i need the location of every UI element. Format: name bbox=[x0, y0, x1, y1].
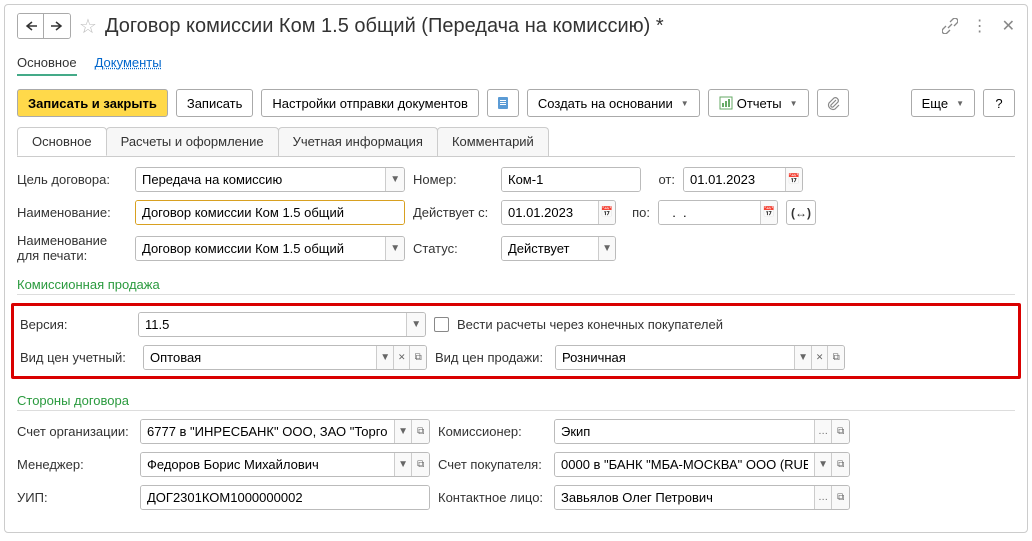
manager-field[interactable]: ▼ ⧉ bbox=[140, 452, 430, 477]
calendar-icon[interactable]: 📅 bbox=[785, 168, 802, 191]
price-type-sell-field[interactable]: ▼ ✕ ⧉ bbox=[555, 345, 845, 370]
label-name-print: Наименование для печати: bbox=[17, 233, 127, 263]
tab-accounting[interactable]: Учетная информация bbox=[278, 127, 438, 156]
chevron-down-icon[interactable]: ▼ bbox=[376, 346, 393, 369]
valid-from-field[interactable]: 📅 bbox=[501, 200, 616, 225]
nav-forward-button[interactable] bbox=[44, 14, 70, 38]
clear-icon[interactable]: ✕ bbox=[393, 346, 410, 369]
label-commissioner: Комиссионер: bbox=[438, 424, 546, 439]
name-print-field[interactable]: ▼ bbox=[135, 236, 405, 261]
tab-comment[interactable]: Комментарий bbox=[437, 127, 549, 156]
dots-icon[interactable]: … bbox=[814, 486, 832, 509]
open-icon[interactable]: ⧉ bbox=[409, 346, 426, 369]
reports-button[interactable]: Отчеты bbox=[708, 89, 809, 117]
star-icon[interactable]: ☆ bbox=[79, 14, 97, 39]
create-based-button[interactable]: Создать на основании bbox=[527, 89, 700, 117]
open-icon[interactable]: ⧉ bbox=[411, 420, 429, 443]
open-icon[interactable]: ⧉ bbox=[831, 420, 849, 443]
chevron-down-icon[interactable]: ▼ bbox=[598, 237, 615, 260]
kebab-icon[interactable]: ⋮ bbox=[972, 16, 988, 36]
chevron-down-icon[interactable]: ▼ bbox=[394, 453, 412, 476]
expand-dates-button[interactable]: (↔) bbox=[786, 200, 816, 225]
highlighted-box: Версия: ▼ Вести расчеты через конечных п… bbox=[11, 303, 1021, 379]
calendar-icon[interactable]: 📅 bbox=[598, 201, 615, 224]
name-field[interactable] bbox=[135, 200, 405, 225]
chevron-down-icon[interactable]: ▼ bbox=[385, 168, 404, 191]
open-icon[interactable]: ⧉ bbox=[827, 346, 844, 369]
nav-buttons bbox=[17, 13, 71, 39]
form-body: Цель договора: ▼ Номер: от: 📅 Наименован… bbox=[17, 167, 1015, 510]
label-valid-from: Действует с: bbox=[413, 205, 493, 220]
label-version: Версия: bbox=[20, 317, 130, 332]
save-close-button[interactable]: Записать и закрыть bbox=[17, 89, 168, 117]
titlebar: ☆ Договор комиссии Ком 1.5 общий (Переда… bbox=[17, 13, 1015, 39]
open-icon[interactable]: ⧉ bbox=[411, 453, 429, 476]
chevron-down-icon[interactable]: ▼ bbox=[394, 420, 412, 443]
more-button[interactable]: Еще bbox=[911, 89, 975, 117]
date-from-field[interactable]: 📅 bbox=[683, 167, 803, 192]
section-commission: Комиссионная продажа bbox=[17, 277, 1015, 295]
tab-payments[interactable]: Расчеты и оформление bbox=[106, 127, 279, 156]
chevron-down-icon[interactable]: ▼ bbox=[814, 453, 832, 476]
chevron-down-icon[interactable]: ▼ bbox=[406, 313, 425, 336]
form-tabs: Основное Расчеты и оформление Учетная ин… bbox=[17, 127, 1015, 157]
help-button[interactable]: ? bbox=[983, 89, 1015, 117]
nav-back-button[interactable] bbox=[18, 14, 44, 38]
link-icon[interactable] bbox=[942, 18, 958, 34]
commissioner-field[interactable]: … ⧉ bbox=[554, 419, 850, 444]
label-to: по: bbox=[624, 205, 650, 220]
label-calc-via-end: Вести расчеты через конечных покупателей bbox=[457, 317, 723, 332]
number-field[interactable] bbox=[501, 167, 641, 192]
attach-button[interactable] bbox=[817, 89, 849, 117]
label-uip: УИП: bbox=[17, 490, 132, 505]
document-icon-button[interactable] bbox=[487, 89, 519, 117]
calendar-icon[interactable]: 📅 bbox=[760, 201, 777, 224]
dots-icon[interactable]: … bbox=[814, 420, 832, 443]
tab-main[interactable]: Основное bbox=[17, 127, 107, 156]
label-buyer-account: Счет покупателя: bbox=[438, 457, 546, 472]
chevron-down-icon[interactable]: ▼ bbox=[794, 346, 811, 369]
label-manager: Менеджер: bbox=[17, 457, 132, 472]
chevron-down-icon[interactable]: ▼ bbox=[385, 237, 404, 260]
close-icon[interactable]: ✕ bbox=[1002, 16, 1015, 36]
label-price-type-acc: Вид цен учетный: bbox=[20, 350, 135, 365]
save-button[interactable]: Записать bbox=[176, 89, 254, 117]
label-from: от: bbox=[649, 172, 675, 187]
send-settings-button[interactable]: Настройки отправки документов bbox=[261, 89, 479, 117]
label-price-type-sell: Вид цен продажи: bbox=[435, 350, 547, 365]
label-number: Номер: bbox=[413, 172, 493, 187]
label-contact: Контактное лицо: bbox=[438, 490, 546, 505]
toolbar: Записать и закрыть Записать Настройки от… bbox=[17, 89, 1015, 117]
buyer-account-field[interactable]: ▼ ⧉ bbox=[554, 452, 850, 477]
label-name: Наименование: bbox=[17, 205, 127, 220]
valid-to-field[interactable]: 📅 bbox=[658, 200, 778, 225]
section-parties: Стороны договора bbox=[17, 393, 1015, 411]
open-icon[interactable]: ⧉ bbox=[831, 486, 849, 509]
page-title: Договор комиссии Ком 1.5 общий (Передача… bbox=[105, 15, 936, 38]
contact-field[interactable]: … ⧉ bbox=[554, 485, 850, 510]
label-org-account: Счет организации: bbox=[17, 424, 132, 439]
top-tab-main[interactable]: Основное bbox=[17, 51, 77, 76]
clear-icon[interactable]: ✕ bbox=[811, 346, 828, 369]
uip-field[interactable] bbox=[140, 485, 430, 510]
status-field[interactable]: ▼ bbox=[501, 236, 616, 261]
open-icon[interactable]: ⧉ bbox=[831, 453, 849, 476]
org-account-field[interactable]: ▼ ⧉ bbox=[140, 419, 430, 444]
top-tabs: Основное Документы bbox=[17, 51, 1015, 77]
checkbox-calc-via-end[interactable] bbox=[434, 317, 449, 332]
top-tab-documents[interactable]: Документы bbox=[95, 51, 162, 76]
goal-field[interactable]: ▼ bbox=[135, 167, 405, 192]
version-field[interactable]: ▼ bbox=[138, 312, 426, 337]
label-goal: Цель договора: bbox=[17, 172, 127, 187]
label-status: Статус: bbox=[413, 241, 493, 256]
price-type-acc-field[interactable]: ▼ ✕ ⧉ bbox=[143, 345, 427, 370]
